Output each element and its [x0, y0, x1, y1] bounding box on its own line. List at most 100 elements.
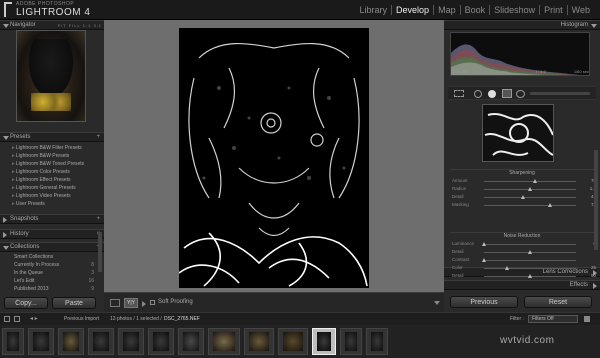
slider-value[interactable]: 50 [582, 273, 596, 278]
collection-item[interactable]: In the Queue 3 [14, 270, 94, 277]
module-book[interactable]: Book [461, 5, 491, 15]
loupe-view-icon[interactable] [110, 299, 120, 307]
filmstrip-thumbnail[interactable] [58, 328, 84, 355]
slider-track[interactable] [484, 274, 576, 278]
filmstrip-thumbnail-selected[interactable] [312, 328, 336, 355]
red-eye-icon[interactable] [488, 90, 496, 98]
histogram[interactable]: ISO 100 50 mm f / 4.0 1/60 sec [450, 32, 590, 76]
history-header[interactable]: History× [0, 229, 104, 239]
paste-button[interactable]: Paste [52, 297, 96, 309]
preset-item[interactable]: Lightroom Video Presets [12, 193, 71, 200]
before-after-icon[interactable]: Y|Y [124, 298, 138, 308]
filmstrip-thumbnail[interactable] [28, 328, 54, 355]
slider-knob[interactable] [532, 179, 537, 183]
filmstrip-filename[interactable]: DSC_2765.NEF [164, 316, 200, 322]
left-scrollbar[interactable] [98, 232, 102, 272]
module-slideshow[interactable]: Slideshow [490, 5, 541, 15]
slider-knob[interactable] [528, 250, 532, 254]
graduated-filter-icon[interactable] [502, 89, 512, 98]
effects-header[interactable]: Effects [444, 280, 600, 290]
presets-header[interactable]: Presets + [0, 132, 104, 142]
filmstrip-thumbnail[interactable] [118, 328, 144, 355]
histogram-info: ISO 100 50 mm f / 4.0 1/60 sec [453, 69, 589, 74]
previous-button[interactable]: Previous [450, 296, 518, 308]
grid-view-icon[interactable] [14, 316, 20, 322]
filmstrip-thumbnail[interactable] [88, 328, 114, 355]
nav-zoom-options[interactable]: FIT FILL 1:1 3:1 [58, 21, 102, 30]
collection-item[interactable]: Published 2013 9 [14, 286, 94, 293]
preset-item[interactable]: Lightroom Color Presets [12, 169, 70, 176]
history-title: History [10, 231, 29, 237]
filmstrip-thumbnail[interactable] [208, 328, 240, 355]
slider-knob[interactable] [548, 203, 553, 207]
slider-value[interactable]: 25 [582, 265, 596, 270]
watermark: wvtvid.com [500, 335, 555, 346]
module-print[interactable]: Print [540, 5, 568, 15]
soft-proofing-checkbox[interactable] [150, 300, 155, 305]
spot-removal-icon[interactable] [474, 90, 482, 98]
filmstrip-thumbnail[interactable] [340, 328, 362, 355]
preset-item[interactable]: Lightroom B&W Filter Presets [12, 145, 82, 152]
histogram-title: Histogram [560, 22, 588, 28]
left-panel: Navigator FIT FILL 1:1 3:1 Presets+ Ligh… [0, 20, 104, 312]
detail-preview[interactable] [482, 104, 554, 162]
back-arrow-icon[interactable]: ◂ ▸ [30, 315, 38, 322]
navigator-title: Navigator [10, 22, 36, 28]
collection-item[interactable]: Currently In Process 8 [14, 262, 94, 269]
filmstrip-thumbnail[interactable] [2, 328, 24, 355]
toolbar-menu-icon[interactable] [434, 301, 440, 305]
filmstrip-count: 13 photos / 1 selected / [110, 316, 162, 322]
reset-button[interactable]: Reset [524, 296, 592, 308]
slider-track[interactable] [484, 187, 576, 191]
collections-header[interactable]: Collections+ [0, 242, 104, 252]
soft-proofing-label: Soft Proofing [158, 299, 193, 305]
preset-item[interactable]: Lightroom Effect Presets [12, 177, 71, 184]
copy-button[interactable]: Copy... [4, 297, 48, 309]
crop-overlay-icon[interactable] [454, 90, 464, 97]
preset-item[interactable]: User Presets [12, 201, 45, 208]
adjustment-brush-slider[interactable] [530, 92, 590, 95]
module-map[interactable]: Map [434, 5, 461, 15]
main-photo[interactable] [179, 28, 369, 288]
secondary-display-icon[interactable] [4, 316, 10, 322]
slider-knob[interactable] [482, 258, 486, 262]
module-web[interactable]: Web [568, 5, 594, 15]
module-develop[interactable]: Develop [392, 5, 435, 15]
radial-filter-icon[interactable] [516, 90, 525, 98]
filmstrip-thumbnail[interactable] [148, 328, 174, 355]
slider-track[interactable] [484, 250, 576, 254]
navigator-header[interactable]: Navigator FIT FILL 1:1 3:1 [0, 20, 104, 30]
preset-item[interactable]: Lightroom General Presets [12, 185, 76, 192]
preset-item[interactable]: Lightroom B&W Toned Presets [12, 161, 84, 168]
filmstrip-thumbnail[interactable] [366, 328, 388, 355]
slider-knob[interactable] [528, 274, 532, 278]
slider-track[interactable] [482, 242, 576, 246]
preset-item[interactable]: Lightroom B&W Presets [12, 153, 69, 160]
sharpening-mask-image [179, 28, 369, 288]
right-scrollbar[interactable] [594, 150, 598, 250]
slider-knob[interactable] [482, 242, 486, 246]
module-library[interactable]: Library [356, 5, 393, 15]
before-after-dropdown-icon[interactable] [142, 301, 146, 307]
slider-track[interactable] [484, 266, 576, 270]
presets-title: Presets [10, 134, 31, 140]
filmstrip-source[interactable]: Previous Import [64, 316, 99, 322]
collection-item[interactable]: Let's Edit 16 [14, 278, 94, 285]
slider-knob[interactable] [520, 195, 525, 199]
slider-track[interactable] [482, 258, 576, 262]
collection-item[interactable]: Smart Collections [14, 254, 94, 261]
filter-lock-icon[interactable] [584, 316, 590, 322]
filmstrip-thumbnail[interactable] [178, 328, 204, 355]
tool-strip [448, 86, 596, 100]
snapshots-header[interactable]: Snapshots + [0, 214, 104, 224]
filmstrip-thumbnail[interactable] [244, 328, 274, 355]
filter-select[interactable]: Filters Off [528, 315, 578, 323]
histogram-header[interactable]: Histogram [444, 20, 600, 30]
slider-track[interactable] [484, 179, 576, 183]
filmstrip-thumbnail[interactable] [278, 328, 308, 355]
slider-knob[interactable] [505, 266, 509, 270]
slider-track[interactable] [484, 195, 576, 199]
slider-knob[interactable] [528, 187, 532, 191]
navigator-preview[interactable] [16, 30, 86, 122]
slider-track[interactable] [484, 203, 576, 207]
